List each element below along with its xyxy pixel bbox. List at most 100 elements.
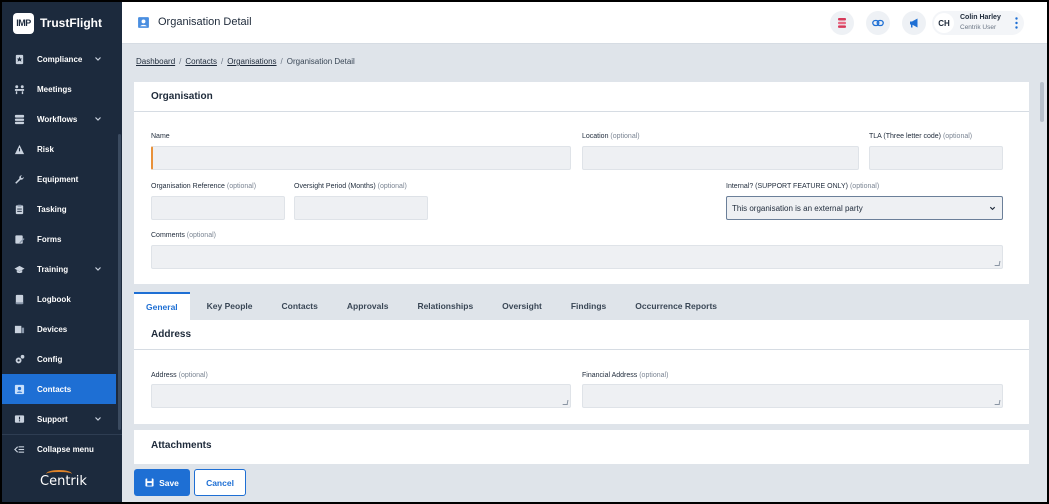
tasking-icon [14,204,25,215]
chevron-down-icon [989,206,996,211]
risk-icon [14,144,25,155]
sidebar-item-compliance[interactable]: Compliance [2,44,116,74]
address-textarea[interactable] [151,384,571,408]
sidebar-item-label: Risk [37,144,54,154]
chevron-down-icon [95,267,101,271]
sidebar-item-label: Training [37,264,69,274]
breadcrumb-organisations[interactable]: Organisations [227,57,276,66]
centrik-logo: Centrik [40,474,87,489]
save-button[interactable]: Save [134,469,190,496]
meetings-icon [14,84,25,95]
cancel-button[interactable]: Cancel [194,469,246,496]
sidebar-item-label: Contacts [37,384,72,394]
chevron-down-icon [95,57,101,61]
collapse-menu-button[interactable]: Collapse menu [2,434,122,464]
save-label: Save [159,477,179,488]
tab-oversight[interactable]: Oversight [490,292,554,320]
tab-general[interactable]: General [134,292,190,320]
sidebar-item-label: Meetings [37,84,72,94]
book-icon [14,294,25,305]
oversight-period-label: Oversight Period (Months) (optional) [294,183,407,190]
financial-address-label: Financial Address (optional) [582,372,669,379]
sidebar-item-support[interactable]: Support [2,404,116,434]
resize-handle-icon[interactable] [562,400,569,405]
comments-label: Comments (optional) [151,232,216,239]
tab-occurrence-reports[interactable]: Occurrence Reports [623,292,729,320]
name-label: Name [151,133,170,140]
internal-select-value: This organisation is an external party [732,203,863,213]
sidebar-item-equipment[interactable]: Equipment [2,164,116,194]
sidebar-item-contacts[interactable]: Contacts [2,374,116,404]
tab-key-people[interactable]: Key People [195,292,265,320]
oversight-period-input[interactable] [294,196,428,220]
breadcrumb-dashboard[interactable]: Dashboard [136,57,175,66]
sidebar-item-label: Forms [37,234,62,244]
sidebar-item-label: Support [37,414,68,424]
tab-approvals[interactable]: Approvals [335,292,401,320]
financial-address-textarea[interactable] [582,384,1003,408]
brand-name: TrustFlight [40,16,102,30]
sidebar-scrollbar[interactable] [118,134,121,430]
location-input[interactable] [582,146,859,170]
brand-logo: IMP [13,12,34,34]
organisation-heading: Organisation [134,82,1029,112]
user-role: Centrik User [960,24,997,31]
kebab-menu-icon[interactable] [1015,17,1018,29]
tab-contacts[interactable]: Contacts [269,292,329,320]
breadcrumb-separator: / [280,57,283,66]
sidebar-item-logbook[interactable]: Logbook [2,284,116,314]
sidebar-item-label: Devices [37,324,68,334]
user-menu[interactable]: CH Colin Harley Centrik User [932,11,1024,35]
sidebar-item-forms[interactable]: Forms [2,224,116,254]
megaphone-icon [910,18,918,28]
address-card: Address Address (optional) Financial Add… [134,320,1029,424]
sidebar-item-label: Tasking [37,204,67,214]
chevron-down-icon [95,117,101,121]
wrench-icon [14,174,25,185]
tab-findings[interactable]: Findings [559,292,618,320]
attachments-card: Attachments [134,430,1029,464]
detail-tabs: General Key People Contacts Approvals Re… [134,292,734,320]
link-icon [872,19,884,27]
chevron-down-icon [95,417,101,421]
collapse-icon [14,444,25,455]
forms-icon [14,234,25,245]
breadcrumb-contacts[interactable]: Contacts [185,57,217,66]
support-icon [14,414,25,425]
config-icon [14,354,25,365]
app-window: IMP TrustFlight Compliance Meetings Work… [2,2,1047,502]
org-reference-input[interactable] [151,196,285,220]
location-label: Location (optional) [582,133,640,140]
sidebar-item-risk[interactable]: Risk [2,134,116,164]
brand[interactable]: IMP TrustFlight [2,2,122,44]
main-scrollbar[interactable] [1040,82,1044,122]
org-reference-label: Organisation Reference (optional) [151,183,257,190]
internal-select[interactable]: This organisation is an external party [726,196,1003,220]
sidebar-item-label: Workflows [37,114,78,124]
organisation-card: Organisation Name Location (optional) TL… [134,82,1029,284]
tab-relationships[interactable]: Relationships [405,292,485,320]
devices-icon [14,324,25,335]
link-button[interactable] [866,11,890,35]
breadcrumb-separator: / [179,57,182,66]
form-footer: Save Cancel [122,464,1047,502]
resize-handle-icon[interactable] [994,261,1001,266]
user-name: Colin Harley [960,14,1001,21]
stack-button[interactable] [830,11,854,35]
comments-textarea[interactable] [151,245,1003,269]
sidebar-item-devices[interactable]: Devices [2,314,116,344]
sidebar-item-training[interactable]: Training [2,254,116,284]
tla-input[interactable] [869,146,1003,170]
sidebar-item-config[interactable]: Config [2,344,116,374]
attachments-heading: Attachments [151,439,212,451]
sidebar-item-tasking[interactable]: Tasking [2,194,116,224]
sidebar: IMP TrustFlight Compliance Meetings Work… [2,2,122,502]
save-icon [145,478,154,487]
resize-handle-icon[interactable] [994,400,1001,405]
address-label: Address (optional) [151,372,208,379]
sidebar-item-workflows[interactable]: Workflows [2,104,116,134]
announcements-button[interactable] [902,11,926,35]
graduation-cap-icon [14,264,25,275]
sidebar-item-meetings[interactable]: Meetings [2,74,116,104]
name-input[interactable] [151,146,571,170]
